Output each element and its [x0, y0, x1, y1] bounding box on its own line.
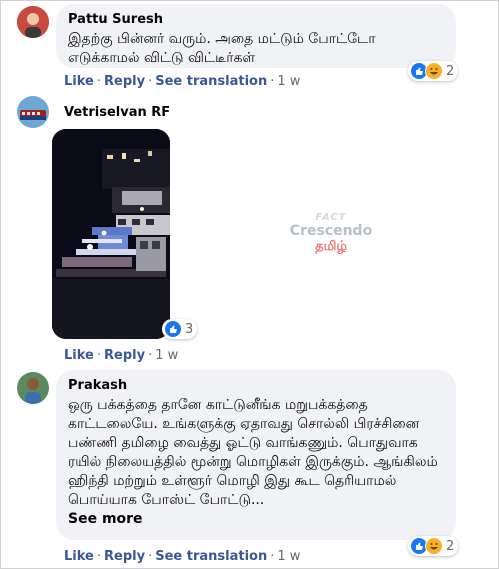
- like-button[interactable]: Like: [64, 348, 94, 363]
- avatar[interactable]: [17, 6, 49, 38]
- comment-actions: Like · Reply · See translation · 1 w: [64, 549, 301, 564]
- reply-button[interactable]: Reply: [104, 348, 145, 363]
- reaction-count: 2: [446, 63, 455, 79]
- avatar[interactable]: [17, 372, 49, 404]
- comment-author[interactable]: Vetriselvan RF: [64, 104, 170, 121]
- like-button[interactable]: Like: [64, 74, 94, 89]
- reaction-count: 2: [446, 538, 455, 554]
- comment-bubble: Prakash ஒரு பக்கத்தை தானே காட்டுனீங்க மற…: [56, 370, 456, 540]
- comment-author[interactable]: Pattu Suresh: [68, 11, 444, 28]
- haha-reaction-icon: [425, 537, 443, 555]
- see-more-link[interactable]: See more: [68, 510, 444, 529]
- reaction-summary[interactable]: 2: [408, 536, 459, 556]
- comment-text-body: ஒரு பக்கத்தை தானே காட்டுனீங்க மறுபக்கத்த…: [68, 397, 438, 508]
- see-translation-link[interactable]: See translation: [155, 549, 267, 564]
- like-reaction-icon: [164, 320, 182, 338]
- comment-text: இதற்கு பின்னர் வரும். அதை மட்டும் போட்டோ…: [68, 31, 376, 66]
- reply-button[interactable]: Reply: [104, 549, 145, 564]
- comment-timestamp[interactable]: 1 w: [277, 74, 300, 89]
- reaction-count: 3: [185, 321, 194, 337]
- see-translation-link[interactable]: See translation: [155, 74, 267, 89]
- train-station-night-photo: [52, 129, 170, 339]
- comment-bubble: Pattu Suresh இதற்கு பின்னர் வரும். அதை ம…: [56, 4, 456, 68]
- reaction-summary[interactable]: 3: [162, 319, 198, 339]
- comment-text: ஒரு பக்கத்தை தானே காட்டுனீங்க மறுபக்கத்த…: [68, 396, 444, 529]
- reaction-summary[interactable]: 2: [408, 61, 459, 81]
- avatar-photo-icon: [17, 372, 49, 404]
- comment-timestamp[interactable]: 1 w: [277, 549, 300, 564]
- watermark-line3: தமிழ்: [315, 239, 347, 254]
- avatar-photo-icon: [17, 96, 49, 128]
- comment-author[interactable]: Prakash: [68, 377, 444, 394]
- comment-actions: Like · Reply · 1 w: [64, 348, 179, 363]
- watermark-line2: Crescendo: [289, 223, 373, 239]
- fact-crescendo-watermark: FACT Crescendo தமிழ்: [276, 212, 386, 272]
- reply-button[interactable]: Reply: [104, 74, 145, 89]
- avatar-photo-icon: [17, 6, 49, 38]
- comment-timestamp[interactable]: 1 w: [155, 348, 178, 363]
- avatar[interactable]: [17, 96, 49, 128]
- comment-photo[interactable]: [52, 129, 170, 339]
- haha-reaction-icon: [425, 62, 443, 80]
- watermark-line1: FACT: [315, 212, 347, 223]
- like-button[interactable]: Like: [64, 549, 94, 564]
- comment-actions: Like · Reply · See translation · 1 w: [64, 74, 301, 89]
